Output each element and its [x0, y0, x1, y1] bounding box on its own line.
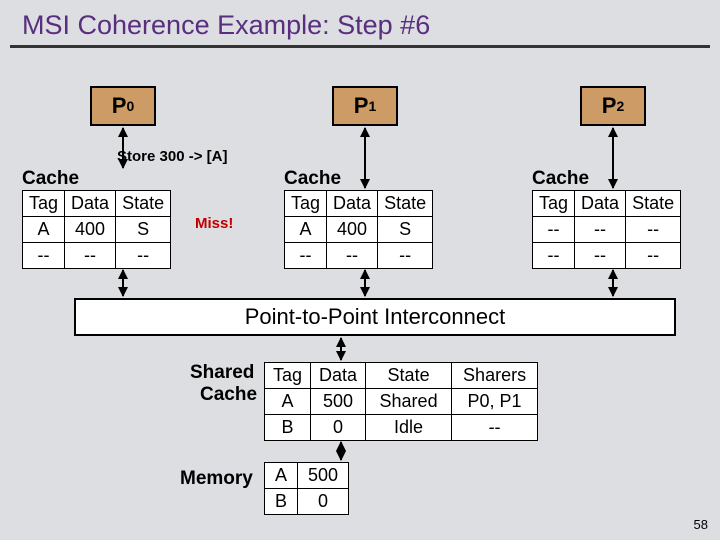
- shared-cache-label-2: Cache: [200, 384, 257, 406]
- memory-label: Memory: [180, 468, 253, 490]
- cache-label-p2: Cache: [532, 168, 589, 190]
- miss-annotation: Miss!: [195, 215, 233, 232]
- arrow-shared-to-memory: [340, 442, 342, 460]
- cache-table-p1: TagDataState A400S ------: [284, 190, 433, 269]
- processor-p0: P0: [90, 86, 156, 126]
- arrow-p0-to-cache: [122, 128, 124, 168]
- arrow-cache0-to-bus: [122, 270, 124, 296]
- shared-cache-table: TagDataStateSharers A500SharedP0, P1 B0I…: [264, 362, 538, 441]
- processor-p1: P1: [332, 86, 398, 126]
- memory-table: A500 B0: [264, 462, 349, 515]
- cache-label-p1: Cache: [284, 168, 341, 190]
- cache-table-p2: TagDataState ------ ------: [532, 190, 681, 269]
- processor-p2: P2: [580, 86, 646, 126]
- cache-label-p0: Cache: [22, 168, 79, 190]
- arrow-p1-to-cache: [364, 128, 366, 188]
- slide-number: 58: [694, 517, 708, 532]
- arrow-cache2-to-bus: [612, 270, 614, 296]
- cache-table-p0: TagDataState A400S ------: [22, 190, 171, 269]
- arrow-cache1-to-bus: [364, 270, 366, 296]
- store-annotation: Store 300 -> [A]: [117, 148, 227, 165]
- arrow-bus-to-shared: [340, 338, 342, 360]
- shared-cache-label-1: Shared: [190, 362, 254, 384]
- arrow-p2-to-cache: [612, 128, 614, 188]
- interconnect-bar: Point-to-Point Interconnect: [74, 298, 676, 336]
- slide-title: MSI Coherence Example: Step #6: [10, 0, 710, 48]
